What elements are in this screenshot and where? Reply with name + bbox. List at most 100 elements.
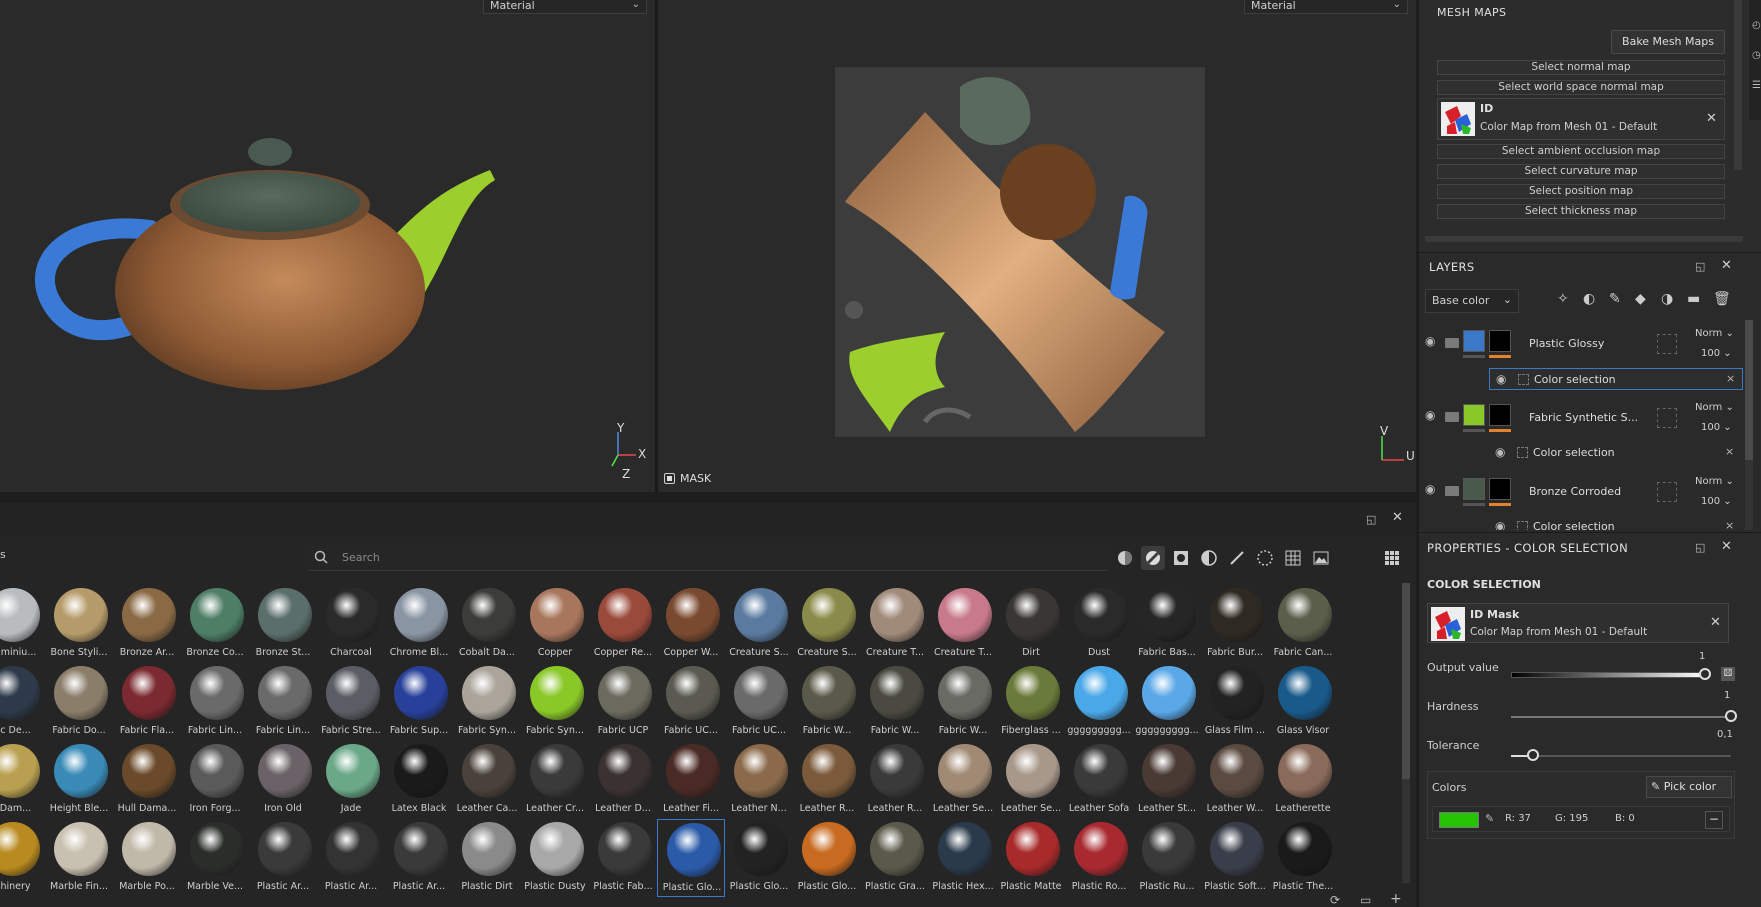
- material-thumbnail[interactable]: ...Dam...: [0, 741, 45, 819]
- material-thumbnail[interactable]: Marble Ve...: [181, 819, 249, 897]
- material-thumbnail[interactable]: Leather R...: [793, 741, 861, 819]
- opacity-dropdown[interactable]: 100 ⌄: [1701, 496, 1732, 507]
- material-thumbnail[interactable]: Fabric Bur...: [1201, 585, 1269, 663]
- material-thumbnail[interactable]: Plastic Glo...: [725, 819, 793, 897]
- blend-mode-dropdown[interactable]: Norm ⌄: [1695, 476, 1734, 487]
- select-world-normal-map-button[interactable]: Select world space normal map: [1437, 80, 1725, 95]
- hardness-slider[interactable]: [1511, 716, 1731, 718]
- material-thumbnail[interactable]: Fabric Sup...: [385, 663, 453, 741]
- material-thumbnail[interactable]: Height Ble...: [45, 741, 113, 819]
- material-thumbnail[interactable]: Plastic Dirt: [453, 819, 521, 897]
- select-curvature-map-button[interactable]: Select curvature map: [1437, 164, 1725, 179]
- output-value-knob[interactable]: [1699, 668, 1711, 680]
- material-thumbnail[interactable]: Copper: [521, 585, 589, 663]
- layer-row[interactable]: ◉ Fabric Synthetic S... Norm ⌄ 100 ⌄: [1419, 400, 1739, 436]
- material-thumbnail[interactable]: ...hinery: [0, 819, 45, 897]
- material-thumbnail[interactable]: Plastic Hex...: [929, 819, 997, 897]
- layer-geometry-mask-icon[interactable]: [1657, 408, 1677, 428]
- material-thumbnail[interactable]: Fabric UCP: [589, 663, 657, 741]
- material-thumbnail[interactable]: Leatherette: [1269, 741, 1337, 819]
- color-selection-effect[interactable]: ◉ Color selection ×: [1489, 442, 1743, 464]
- material-thumbnail[interactable]: ggggggggg...: [1065, 663, 1133, 741]
- material-thumbnail[interactable]: Leather Sofa: [1065, 741, 1133, 819]
- smart-materials-filter-button[interactable]: [1141, 546, 1165, 570]
- layer-row[interactable]: ◉ Bronze Corroded Norm ⌄ 100 ⌄: [1419, 474, 1739, 510]
- channel-dropdown[interactable]: Base color ⌄: [1425, 289, 1519, 313]
- material-thumbnail[interactable]: Plastic Glo...: [793, 819, 861, 897]
- select-thickness-map-button[interactable]: Select thickness map: [1437, 204, 1725, 219]
- material-thumbnail[interactable]: ggggggggg...: [1133, 663, 1201, 741]
- new-library-icon[interactable]: ▭: [1360, 893, 1371, 907]
- id-map-slot[interactable]: ID Color Map from Mesh 01 - Default ✕: [1437, 98, 1725, 140]
- tolerance-knob[interactable]: [1527, 749, 1539, 761]
- mesh-maps-scrollbar[interactable]: [1734, 0, 1742, 170]
- material-thumbnail[interactable]: Fabric Fla...: [113, 663, 181, 741]
- material-thumbnail[interactable]: Plastic The...: [1269, 819, 1337, 897]
- material-thumbnail[interactable]: Creature T...: [861, 585, 929, 663]
- material-thumbnail[interactable]: Copper W...: [657, 585, 725, 663]
- refresh-icon[interactable]: ⟳: [1330, 893, 1340, 907]
- material-thumbnail[interactable]: Fabric W...: [929, 663, 997, 741]
- shelf-scrollbar[interactable]: [1402, 583, 1410, 883]
- material-thumbnail[interactable]: ...c De...: [0, 663, 45, 741]
- close-icon[interactable]: ×: [1726, 372, 1735, 385]
- pick-color-button[interactable]: ✎ Pick color: [1646, 776, 1732, 798]
- eyedropper-icon[interactable]: ✎: [1485, 812, 1494, 825]
- material-thumbnail[interactable]: Fabric Can...: [1269, 585, 1337, 663]
- maximize-icon[interactable]: ◱: [1366, 513, 1376, 526]
- material-thumbnail[interactable]: Fabric Lin...: [249, 663, 317, 741]
- hardness-knob[interactable]: [1725, 710, 1737, 722]
- environments-filter-button[interactable]: [1309, 546, 1333, 570]
- color-selection-effect[interactable]: ◉ Color selection ×: [1489, 368, 1743, 390]
- material-thumbnail[interactable]: Leather R...: [861, 741, 929, 819]
- material-thumbnail[interactable]: Creature S...: [725, 585, 793, 663]
- material-thumbnail[interactable]: Marble Fin...: [45, 819, 113, 897]
- material-thumbnail[interactable]: Dirt: [997, 585, 1065, 663]
- material-thumbnail[interactable]: Fabric UC...: [657, 663, 725, 741]
- blend-mode-dropdown[interactable]: Norm ⌄: [1695, 402, 1734, 413]
- close-icon[interactable]: ✕: [1392, 510, 1403, 525]
- material-thumbnail[interactable]: Glass Visor: [1269, 663, 1337, 741]
- material-thumbnail[interactable]: Plastic Matte: [997, 819, 1065, 897]
- material-thumbnail[interactable]: Leather Se...: [929, 741, 997, 819]
- close-icon[interactable]: ×: [1725, 445, 1734, 458]
- material-thumbnail[interactable]: Aluminiu...: [0, 585, 45, 663]
- select-ao-map-button[interactable]: Select ambient occlusion map: [1437, 144, 1725, 159]
- add-folder-icon[interactable]: ▬: [1687, 291, 1705, 309]
- material-thumbnail[interactable]: Glass Film ...: [1201, 663, 1269, 741]
- settings-icon[interactable]: ◴: [1752, 20, 1761, 31]
- material-thumbnail[interactable]: Plastic Ar...: [385, 819, 453, 897]
- visibility-eye-icon[interactable]: ◉: [1495, 445, 1505, 459]
- blend-mode-dropdown[interactable]: Norm ⌄: [1695, 328, 1734, 339]
- layer-geometry-mask-icon[interactable]: [1657, 334, 1677, 354]
- output-value-slider[interactable]: [1511, 672, 1705, 678]
- layers-scrollbar[interactable]: [1745, 320, 1753, 530]
- material-thumbnail[interactable]: Bronze St...: [249, 585, 317, 663]
- add-fill-layer-icon[interactable]: ◆: [1635, 291, 1653, 309]
- material-thumbnail[interactable]: Plastic Ro...: [1065, 819, 1133, 897]
- opacity-dropdown[interactable]: 100 ⌄: [1701, 422, 1732, 433]
- material-thumbnail[interactable]: Plastic Ar...: [317, 819, 385, 897]
- close-icon[interactable]: ✕: [1721, 258, 1732, 273]
- materials-filter-button[interactable]: [1113, 546, 1137, 570]
- viewport-3d[interactable]: Material ⌄ Y X Z: [0, 0, 655, 492]
- material-thumbnail[interactable]: Plastic Ru...: [1133, 819, 1201, 897]
- material-thumbnail[interactable]: Fabric UC...: [725, 663, 793, 741]
- brushes-filter-button[interactable]: [1225, 546, 1249, 570]
- material-thumbnail[interactable]: Bone Styli...: [45, 585, 113, 663]
- material-thumbnail[interactable]: Plastic Gra...: [861, 819, 929, 897]
- material-thumbnail[interactable]: Fiberglass ...: [997, 663, 1065, 741]
- layer-row[interactable]: ◉ Plastic Glossy Norm ⌄ 100 ⌄: [1419, 326, 1739, 362]
- visibility-eye-icon[interactable]: ◉: [1425, 482, 1435, 496]
- material-thumbnail[interactable]: Chrome Bl...: [385, 585, 453, 663]
- material-thumbnail[interactable]: Leather Cr...: [521, 741, 589, 819]
- material-thumbnail[interactable]: Cobalt Da...: [453, 585, 521, 663]
- material-thumbnail[interactable]: Charcoal: [317, 585, 385, 663]
- layer-mask-thumbnail[interactable]: [1489, 330, 1511, 352]
- random-seed-icon[interactable]: ⚄: [1721, 667, 1735, 681]
- layer-mask-thumbnail[interactable]: [1489, 478, 1511, 500]
- material-thumbnail[interactable]: Fabric Do...: [45, 663, 113, 741]
- smart-masks-filter-button[interactable]: [1169, 546, 1193, 570]
- material-thumbnail[interactable]: Creature T...: [929, 585, 997, 663]
- textures-filter-button[interactable]: [1281, 546, 1305, 570]
